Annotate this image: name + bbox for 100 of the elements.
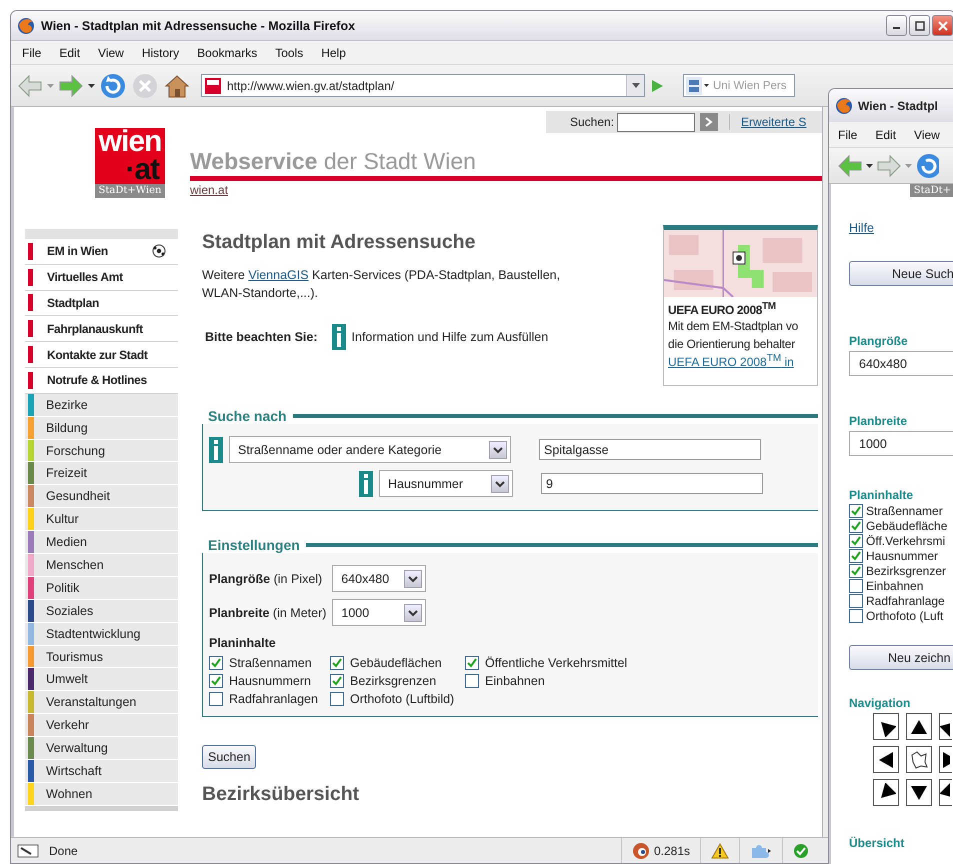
advanced-search-link[interactable]: Erweiterte S	[741, 115, 806, 129]
search-go-button[interactable]	[700, 113, 718, 131]
category-item[interactable]: Soziales	[25, 600, 178, 623]
menu-item[interactable]: File	[829, 128, 866, 142]
item-marker	[28, 268, 33, 286]
nav-cell[interactable]	[939, 779, 952, 806]
info-icon[interactable]	[332, 324, 346, 350]
caret-icon	[489, 440, 507, 458]
category-item[interactable]: Tourismus	[25, 646, 178, 668]
checkbox[interactable]	[209, 656, 223, 670]
checkbox[interactable]	[849, 549, 863, 563]
menu-item[interactable]: History	[132, 46, 188, 60]
redraw-button[interactable]: Neu zeichn	[849, 645, 953, 670]
category-item[interactable]: Verwaltung	[25, 737, 178, 760]
checkbox[interactable]	[849, 534, 863, 548]
map-icon	[909, 750, 929, 770]
help-link[interactable]: Hilfe	[849, 221, 874, 235]
width-dropdown[interactable]: 1000	[849, 431, 953, 456]
checkbox[interactable]	[849, 519, 863, 533]
menu-item[interactable]: View	[89, 46, 133, 60]
reload-icon[interactable]	[99, 72, 127, 100]
size-dropdown[interactable]: 640x480	[332, 565, 426, 592]
category-item[interactable]: Wohnen	[25, 782, 178, 806]
maximize-button[interactable]	[909, 15, 930, 36]
new-search-button[interactable]: Neue Such	[849, 261, 953, 286]
nav-cell[interactable]	[939, 713, 952, 740]
checkbox[interactable]	[849, 579, 863, 593]
input-field[interactable]: 9	[541, 473, 763, 494]
checkbox-label: Gebäudeflächen	[350, 656, 442, 670]
search-button[interactable]: Suchen	[202, 745, 256, 769]
checkbox[interactable]	[849, 504, 863, 518]
dropdown-caret-icon[interactable]	[866, 164, 873, 168]
warning-icon[interactable]	[711, 842, 729, 858]
category-item[interactable]: Medien	[25, 531, 178, 554]
item-marker	[28, 242, 33, 260]
logo-text: wien	[98, 128, 162, 156]
category-item[interactable]: Politik	[25, 576, 178, 600]
checkbox[interactable]	[209, 674, 223, 688]
width-dropdown[interactable]: 1000	[332, 599, 426, 626]
category-dropdown[interactable]: Straßenname oder andere Kategorie	[229, 436, 511, 463]
checkbox[interactable]	[330, 692, 344, 706]
viennagis-link[interactable]: ViennaGIS	[248, 268, 309, 282]
reload-icon[interactable]	[915, 152, 939, 180]
checkbox[interactable]	[465, 674, 479, 688]
sidebar-item[interactable]: Stadtplan	[25, 290, 178, 316]
back-arrow-icon[interactable]	[17, 74, 43, 98]
item-marker	[28, 372, 33, 389]
category-item[interactable]: Kultur	[25, 508, 178, 532]
setting-label: Plangröße (in Pixel)	[209, 572, 322, 586]
close-button[interactable]	[932, 15, 953, 36]
category-item[interactable]: Verkehr	[25, 714, 178, 738]
promo-link[interactable]: UEFA EURO 2008$^{TM}$ in	[664, 353, 817, 369]
item-marker	[28, 320, 33, 338]
checkbox-label: Hausnummer	[866, 549, 938, 563]
category-item[interactable]: Veranstaltungen	[25, 691, 178, 714]
site-link[interactable]: wien.at	[190, 183, 228, 197]
field-label: Übersicht	[849, 836, 906, 850]
checkbox[interactable]	[330, 674, 344, 688]
nav-cell[interactable]	[939, 746, 952, 773]
dropdown-caret-icon[interactable]	[88, 84, 95, 88]
checkbox-label: Öff.Verkehrsmi	[866, 534, 946, 548]
checkbox[interactable]	[849, 594, 863, 608]
menu-item[interactable]: View	[905, 128, 949, 142]
menu-item[interactable]: Bookmarks	[188, 46, 266, 60]
minimize-button[interactable]	[886, 15, 907, 36]
info-icon[interactable]	[209, 436, 223, 462]
info-icon[interactable]	[359, 470, 373, 496]
browser-logo-icon	[17, 16, 35, 34]
category-item[interactable]: Gesundheit	[25, 485, 178, 508]
site-search-field[interactable]	[617, 112, 696, 132]
checkbox-label: Radfahranlagen	[229, 692, 318, 706]
checkbox-label: Radfahranlage	[866, 594, 945, 608]
size-dropdown[interactable]: 640x480	[849, 351, 953, 376]
menu-item[interactable]: Help	[312, 46, 355, 60]
checkbox[interactable]	[330, 656, 344, 670]
category-item[interactable]: Freizeit	[25, 462, 178, 486]
menu-item[interactable]: Edit	[50, 46, 90, 60]
category-dropdown[interactable]: Hausnummer	[379, 470, 513, 497]
pan-arrow-icon[interactable]	[940, 750, 950, 770]
checkbox[interactable]	[465, 656, 479, 670]
checkbox[interactable]	[849, 609, 863, 623]
page-heading: Stadtplan mit Adressensuche	[202, 231, 476, 254]
category-item[interactable]: Stadtentwicklung	[25, 622, 178, 646]
input-field[interactable]: Spitalgasse	[539, 439, 761, 460]
category-item[interactable]: Forschung	[25, 440, 178, 462]
checkbox-label: Gebäudefläche	[866, 519, 948, 533]
checkbox[interactable]	[209, 692, 223, 706]
category-item[interactable]: Menschen	[25, 554, 178, 577]
category-item[interactable]: Bezirke	[25, 394, 178, 417]
menu-item[interactable]: File	[13, 46, 50, 60]
menu-item[interactable]: Edit	[866, 128, 906, 142]
nav-cell[interactable]	[906, 746, 932, 773]
category-item[interactable]: Umwelt	[25, 668, 178, 692]
menu-item[interactable]: Tools	[266, 46, 312, 60]
url-dropdown-icon[interactable]	[626, 75, 644, 96]
checkbox-label: Hausnummern	[229, 674, 311, 688]
category-item[interactable]: Wirtschaft	[25, 760, 178, 783]
category-item[interactable]: Bildung	[25, 416, 178, 440]
address-field[interactable]: http://www.wien.gv.at/stadtplan/	[201, 74, 645, 97]
checkbox[interactable]	[849, 564, 863, 578]
